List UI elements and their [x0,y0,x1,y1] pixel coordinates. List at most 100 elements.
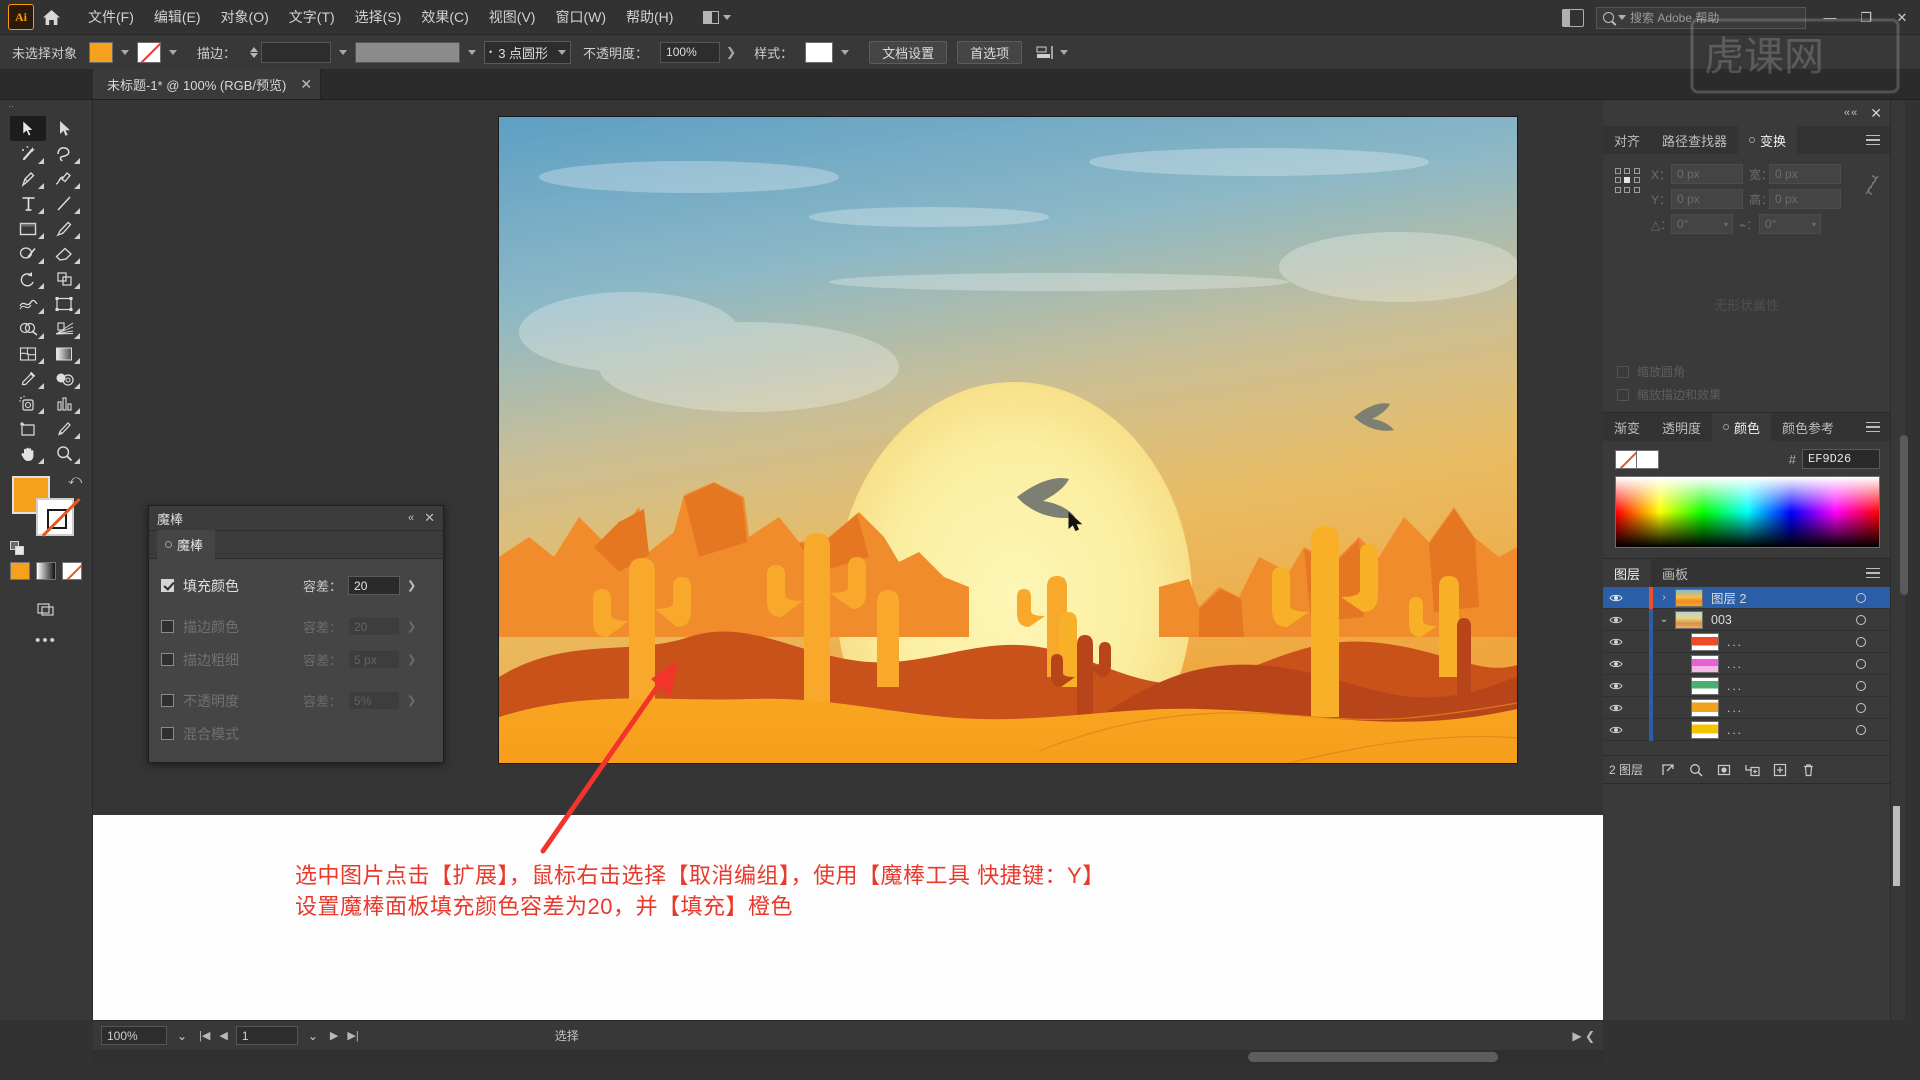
rotate-tool[interactable] [10,266,46,291]
menu-select[interactable]: 选择(S) [345,0,412,35]
rectangle-tool[interactable] [10,216,46,241]
menu-help[interactable]: 帮助(H) [616,0,683,35]
lasso-tool[interactable] [46,141,82,166]
collapse-icon[interactable]: « [408,512,414,524]
layer-name[interactable]: ... [1727,635,1846,649]
shape-builder-tool[interactable] [10,316,46,341]
link-broken-icon[interactable] [1864,174,1880,201]
default-fill-stroke-icon[interactable] [10,541,25,556]
artboard-tool[interactable] [10,416,46,441]
stroke-weight-input[interactable] [261,41,332,63]
opacity-more-icon[interactable]: ❯ [720,45,742,59]
wand-row-fill-color[interactable]: 填充颜色 容差： 20 ❯ [161,569,433,602]
target-indicator[interactable] [1846,636,1876,647]
w-input[interactable]: 0 px [1769,164,1841,184]
wand-row-stroke-weight[interactable]: 描边粗细 容差： 5 px ❯ [161,643,433,676]
target-indicator[interactable] [1846,702,1876,713]
magic-wand-panel-titlebar[interactable]: 魔棒 « ✕ [149,506,443,531]
make-mask-icon[interactable] [1711,759,1737,781]
tab-color-guide[interactable]: 颜色参考 [1771,413,1845,441]
layer-name[interactable]: ... [1727,723,1846,737]
checkbox-scale-corners[interactable] [1617,365,1629,378]
target-indicator[interactable] [1846,658,1876,669]
menu-view[interactable]: 视图(V) [479,0,546,35]
first-artboard-button[interactable]: |◀ [199,1029,210,1042]
magic-wand-panel[interactable]: 魔棒 « ✕ 魔棒 填充颜色 容差： 20 ❯ 描边颜色 容差： 20 ❯ 描边… [148,505,444,763]
menu-effect[interactable]: 效果(C) [411,0,478,35]
layer-name[interactable]: ... [1727,701,1846,715]
tab-transparency[interactable]: 透明度 [1651,413,1712,441]
collapse-icon[interactable]: «« [1844,107,1858,119]
tab-align[interactable]: 对齐 [1603,126,1651,154]
checkbox-opacity[interactable] [161,694,174,707]
curvature-tool[interactable] [46,166,82,191]
new-layer-icon[interactable] [1767,759,1793,781]
reference-point-selector[interactable] [1615,168,1641,194]
layers-scrollbar[interactable] [1893,806,1900,886]
tab-gradient[interactable]: 渐变 [1603,413,1651,441]
zoom-tool[interactable] [46,441,82,466]
scale-tool[interactable] [46,266,82,291]
chevron-down-icon[interactable] [841,49,850,55]
tolerance-input-fill[interactable]: 20 [348,576,401,595]
scale-corners-checkbox[interactable]: 缩放圆角 [1603,360,1890,383]
close-icon[interactable]: ✕ [300,77,312,91]
target-indicator[interactable] [1846,592,1876,603]
chevron-down-icon[interactable] [169,49,178,55]
swap-fill-stroke-icon[interactable]: ⤺ [68,472,82,488]
h-input[interactable]: 0 px [1769,189,1841,209]
visibility-toggle-icon[interactable] [1603,615,1629,625]
panel-menu-icon[interactable] [1866,126,1890,154]
checkbox-stroke-weight[interactable] [161,653,174,666]
panel-menu-icon[interactable] [1866,559,1890,587]
visibility-toggle-icon[interactable] [1603,593,1629,603]
artboard[interactable] [499,117,1517,763]
color-spectrum-strip[interactable] [1615,476,1880,548]
tab-artboards[interactable]: 画板 [1651,559,1699,587]
target-indicator[interactable] [1846,680,1876,691]
status-menu-icon[interactable]: ▶ ❮ [1572,1029,1595,1043]
layer-name[interactable]: ... [1727,679,1846,693]
layer-name[interactable]: 图层 2 [1711,588,1846,607]
artboard-number-input[interactable]: 1 [235,1026,298,1045]
line-segment-tool[interactable] [46,191,82,216]
next-artboard-button[interactable]: ▶ [330,1029,338,1042]
tab-transform[interactable]: 变换 [1738,126,1798,154]
layer-row-sub-1[interactable]: ... [1603,630,1890,653]
visibility-toggle-icon[interactable] [1603,637,1629,647]
gradient-button[interactable] [36,562,56,580]
paintbrush-tool[interactable] [46,216,82,241]
target-indicator[interactable] [1846,724,1876,735]
layer-row-layer2[interactable]: › 图层 2 [1603,586,1890,609]
panel-scrollbar[interactable] [1900,435,1908,595]
fill-swatch-none[interactable] [1615,449,1637,469]
expand-toggle-icon[interactable]: ⌄ [1653,614,1675,625]
magic-wand-tool[interactable] [10,141,46,166]
layer-row-sub-3[interactable]: ... [1603,674,1890,697]
menu-window[interactable]: 窗口(W) [545,0,616,35]
chevron-down-icon[interactable] [468,49,477,55]
chevron-down-icon[interactable] [339,49,348,55]
width-tool[interactable] [10,291,46,316]
type-tool[interactable] [10,191,46,216]
close-icon[interactable]: ✕ [424,510,435,526]
preferences-button[interactable]: 首选项 [957,40,1023,64]
stroke-color-indicator[interactable] [36,498,74,536]
horizontal-scrollbar[interactable] [93,1050,1603,1064]
layer-row-sub-5[interactable]: ... [1603,718,1890,741]
align-to-selection-icon[interactable] [1036,45,1069,60]
stroke-weight-stepper[interactable] [250,46,259,58]
checkbox-blend-mode[interactable] [161,727,174,740]
visibility-toggle-icon[interactable] [1603,725,1629,735]
checkbox-stroke-color[interactable] [161,620,174,633]
last-artboard-button[interactable]: ▶| [347,1029,358,1042]
fill-color-swatch[interactable] [89,41,114,63]
toolbar-drag-handle[interactable]: ·· [0,100,92,112]
column-graph-tool[interactable] [46,391,82,416]
delete-layer-icon[interactable] [1795,759,1821,781]
screen-mode-icon[interactable] [36,600,56,620]
pen-tool[interactable] [10,166,46,191]
layer-name[interactable]: 003 [1711,613,1846,627]
visibility-toggle-icon[interactable] [1603,703,1629,713]
blend-tool[interactable] [46,366,82,391]
